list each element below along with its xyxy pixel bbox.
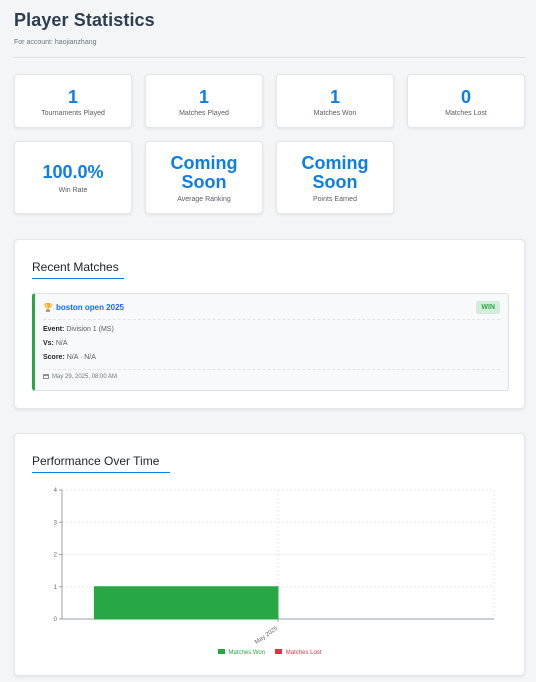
legend-label: Matches Lost: [285, 649, 322, 656]
stat-value: Coming: [170, 153, 238, 173]
match-event: Event: Division 1 (MS): [43, 326, 114, 333]
stat-value: 1: [67, 87, 78, 107]
chart-legend: Matches Won Matches Lost: [15, 649, 524, 656]
title-underline: [32, 278, 124, 279]
performance-chart: 0 1 2 3 4 May 2025: [54, 488, 495, 646]
vs-label: Vs:: [43, 340, 54, 347]
stat-value: 100.0%: [42, 162, 104, 182]
header-divider: [14, 57, 526, 58]
y-tick-label: 1: [54, 585, 58, 591]
stat-label: Matches Lost: [445, 110, 487, 117]
match-card[interactable]: 🏆 boston open 2025 WIN Event: Division 1 …: [32, 293, 509, 391]
legend-item-lost[interactable]: Matches Lost: [273, 649, 324, 656]
player-statistics-page: Player Statistics For account: haojianzh…: [0, 0, 536, 682]
match-date: May 29, 2025, 08:00 AM: [43, 374, 117, 380]
tournament-name: boston open 2025: [55, 303, 124, 312]
stat-value: 1: [329, 87, 340, 107]
match-opponent: Vs: N/A: [43, 340, 68, 347]
y-tick-label: 0: [54, 617, 58, 623]
page-header: Player Statistics For account: haojianzh…: [14, 10, 526, 46]
performance-panel: Performance Over Time 0 1 2 3 4 May 2025 Matc…: [14, 433, 525, 676]
match-tournament-link[interactable]: 🏆 boston open 2025: [43, 303, 124, 312]
legend-swatch: [217, 649, 225, 654]
score-label: Score:: [43, 354, 65, 361]
stat-value: Soon: [181, 172, 227, 192]
stat-card-average-ranking: Coming Soon Average Ranking: [145, 141, 263, 214]
event-label: Event:: [43, 326, 65, 333]
stat-label: Tournaments Played: [41, 110, 105, 117]
stat-card-matches-lost: 0 Matches Lost: [407, 74, 525, 128]
trophy-icon: 🏆: [43, 303, 53, 312]
stat-card-matches-played: 1 Matches Played: [145, 74, 263, 128]
stat-value: 0: [460, 87, 471, 107]
legend-label: Matches Won: [228, 649, 266, 656]
y-tick-label: 3: [54, 520, 58, 526]
stat-value: Coming: [301, 153, 369, 173]
legend-item-won[interactable]: Matches Won: [216, 649, 268, 656]
calendar-icon: [43, 374, 49, 379]
vs-value: N/A: [55, 340, 68, 347]
match-score: Score: N/A · N/A: [43, 354, 96, 361]
result-badge: WIN: [476, 301, 500, 314]
y-tick-label: 4: [54, 488, 58, 494]
stat-label: Matches Played: [179, 110, 229, 117]
stat-label: Points Earned: [313, 196, 357, 203]
divider: [43, 319, 500, 320]
score-value: N/A · N/A: [66, 354, 96, 361]
stat-card-win-rate: 100.0% Win Rate: [14, 141, 132, 214]
page-title: Player Statistics: [14, 10, 155, 30]
bar-matches-won: [93, 586, 279, 620]
divider: [43, 369, 500, 370]
match-datetime: May 29, 2025, 08:00 AM: [52, 374, 118, 380]
recent-matches-panel: Recent Matches 🏆 boston open 2025 WIN Eve…: [14, 239, 525, 409]
stat-label: Average Ranking: [177, 196, 231, 203]
stat-label: Matches Won: [313, 110, 357, 117]
stat-card-matches-won: 1 Matches Won: [276, 74, 394, 128]
legend-swatch: [274, 649, 282, 654]
y-tick-label: 2: [54, 553, 58, 559]
recent-matches-title: Recent Matches: [32, 260, 119, 274]
x-tick-label: May 2025: [254, 625, 280, 645]
account-subtitle: For account: haojianzhang: [14, 39, 97, 46]
stat-card-tournaments-played: 1 Tournaments Played: [14, 74, 132, 128]
stat-card-points-earned: Coming Soon Points Earned: [276, 141, 394, 214]
stat-label: Win Rate: [58, 187, 88, 194]
event-value: Division 1 (MS): [66, 326, 114, 333]
stat-value: 1: [198, 87, 209, 107]
stat-value: Soon: [312, 172, 358, 192]
